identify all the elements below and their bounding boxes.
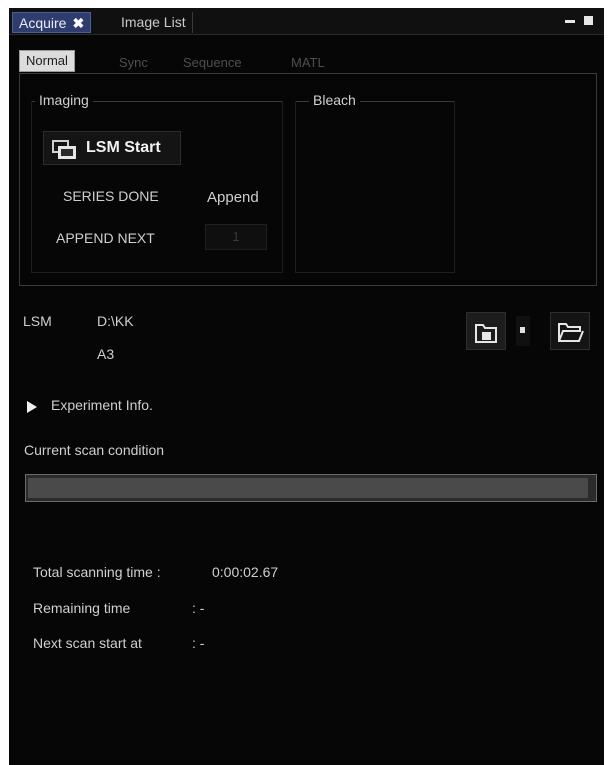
tab-sync[interactable]: Sync (113, 53, 154, 73)
experiment-info-toggle[interactable]: Experiment Info. (51, 397, 153, 413)
scan-progress-bar (25, 474, 597, 502)
bleach-group (295, 101, 455, 273)
tab-normal[interactable]: Normal (19, 50, 75, 72)
save-folder-button[interactable] (466, 312, 506, 350)
save-folder-icon (475, 324, 497, 343)
folder-path: D:\KK (97, 313, 134, 329)
save-options-dropdown[interactable] (516, 316, 530, 346)
maximize-icon[interactable] (584, 16, 593, 25)
file-name: A3 (97, 346, 115, 362)
tab-image-list-label: Image List (121, 14, 186, 30)
tab-acquire[interactable]: Acquire ✖ (12, 12, 92, 33)
scan-progress-fill (28, 478, 589, 498)
tab-acquire-label: Acquire (19, 15, 67, 31)
lsm-start-button[interactable]: LSM Start (43, 131, 181, 165)
series-done-label: SERIES DONE (63, 188, 159, 204)
expand-triangle-icon[interactable] (27, 401, 37, 413)
lsm-start-label: LSM Start (86, 139, 161, 156)
minimize-icon[interactable] (565, 17, 575, 23)
lsm-camera-icon (52, 140, 76, 159)
remaining-time-value: : - (192, 600, 205, 616)
total-time-value: 0:00:02.67 (212, 564, 279, 580)
document-tab-bar: Acquire ✖ Image List (9, 8, 604, 35)
next-scan-label: Next scan start at (33, 635, 142, 651)
total-time-label: Total scanning time : (33, 564, 161, 580)
tab-matl[interactable]: MATL (285, 53, 331, 73)
close-icon[interactable]: ✖ (72, 15, 84, 31)
acquire-window: Acquire ✖ Image List Normal Sync Sequence… (9, 8, 604, 765)
open-folder-icon (558, 323, 584, 342)
open-folder-button[interactable] (550, 312, 590, 350)
tab-image-list[interactable]: Image List (115, 12, 193, 33)
append-next-input[interactable]: 1 (205, 224, 267, 250)
series-mode-select[interactable]: Append (207, 189, 259, 206)
next-scan-value: : - (192, 635, 205, 651)
scan-condition-label: Current scan condition (24, 442, 165, 458)
dropdown-arrow-icon (520, 327, 525, 333)
append-next-label: APPEND NEXT (56, 230, 155, 246)
remaining-time-label: Remaining time (33, 600, 131, 616)
tab-sequence[interactable]: Sequence (177, 53, 248, 73)
lsm-label: LSM (23, 313, 52, 329)
